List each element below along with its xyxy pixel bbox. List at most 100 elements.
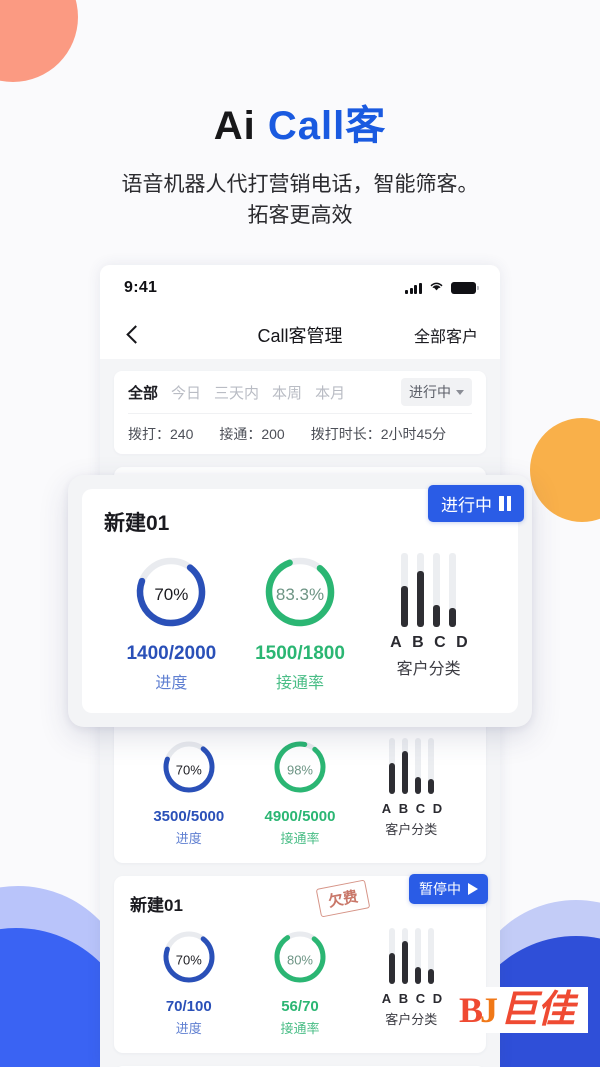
category-label-d: D bbox=[432, 991, 443, 1006]
status-bar: 9:41 bbox=[100, 265, 500, 311]
title-part-ai: Ai bbox=[213, 104, 268, 148]
connect-rate-ring: 80% bbox=[271, 928, 329, 991]
category-label-d: D bbox=[456, 634, 468, 651]
bar-b bbox=[401, 738, 408, 794]
connect-rate-percent: 98% bbox=[286, 762, 313, 777]
progress-percent: 70% bbox=[175, 762, 202, 777]
featured-card-overlay: 进行中 新建01 70% 1400/2000 进度 83.3% 1500/180… bbox=[68, 475, 532, 727]
stats-row: 拨打：240 接通：200 拨打时长：2小时45分 bbox=[128, 414, 472, 454]
metric-connect-rate: 98% 4900/5000 接通率 bbox=[245, 738, 355, 847]
category-axis-labels: A B C D bbox=[356, 801, 466, 816]
pause-icon bbox=[499, 496, 511, 511]
call-card[interactable]: 暂停中 欠费 新建01 70% 70/100 进度 80% 56/70 接通率 … bbox=[114, 874, 488, 1053]
status-badge[interactable]: 暂停中 bbox=[409, 874, 488, 904]
bar-a bbox=[401, 553, 409, 627]
customer-category-barchart bbox=[356, 738, 466, 794]
stat-duration: 拨打时长：2小时45分 bbox=[310, 426, 447, 442]
metric-customer-category: A B C D 客户分类 bbox=[365, 553, 492, 679]
progress-value: 70/100 bbox=[165, 998, 212, 1015]
progress-ring: 70% bbox=[160, 928, 218, 991]
progress-ring: 70% bbox=[132, 553, 210, 636]
bar-b bbox=[417, 553, 425, 627]
page-title: Ai Call客 bbox=[0, 104, 600, 149]
connect-rate-caption: 接通率 bbox=[275, 675, 324, 692]
watermark-mark: BJ bbox=[458, 990, 498, 1030]
connect-rate-ring: 98% bbox=[271, 738, 329, 801]
metric-progress: 70% 3500/5000 进度 bbox=[134, 738, 244, 847]
subtitle-line-1: 语音机器人代打营销电话，智能筛客。 bbox=[121, 172, 479, 196]
play-icon bbox=[468, 883, 478, 895]
metric-customer-category: A B C D 客户分类 bbox=[356, 928, 466, 1028]
card-metrics: 70% 70/100 进度 80% 56/70 接通率 A B C D 客户分类 bbox=[130, 928, 470, 1037]
bar-d bbox=[449, 553, 457, 627]
subtitle-line-2: 拓客更高效 bbox=[247, 204, 353, 228]
bar-c bbox=[414, 928, 421, 984]
status-filter-value: 进行中 bbox=[409, 384, 451, 400]
connect-rate-percent: 83.3% bbox=[275, 584, 325, 604]
status-badge-label: 暂停中 bbox=[419, 881, 461, 897]
category-label-a: A bbox=[381, 801, 392, 816]
progress-value: 3500/5000 bbox=[153, 808, 225, 825]
progress-value: 1400/2000 bbox=[126, 643, 217, 664]
customer-category-barchart bbox=[365, 553, 492, 627]
progress-caption: 进度 bbox=[175, 831, 202, 846]
category-axis-labels: A B C D bbox=[365, 634, 492, 652]
category-label-b: B bbox=[398, 991, 409, 1006]
filter-tab-three-days[interactable]: 三天内 bbox=[214, 382, 259, 403]
customer-category-barchart bbox=[356, 928, 466, 984]
category-label-a: A bbox=[381, 991, 392, 1006]
metric-progress: 70% 1400/2000 进度 bbox=[108, 553, 235, 693]
status-badge-label: 进行中 bbox=[441, 496, 492, 515]
bar-a bbox=[388, 928, 395, 984]
category-label-c: C bbox=[415, 991, 426, 1006]
connect-rate-value: 1500/1800 bbox=[255, 643, 345, 664]
category-axis-labels: A B C D bbox=[356, 991, 466, 1006]
category-label-d: D bbox=[432, 801, 443, 816]
metric-connect-rate: 83.3% 1500/1800 接通率 bbox=[237, 553, 364, 693]
bar-a bbox=[388, 738, 395, 794]
call-card-featured[interactable]: 进行中 新建01 70% 1400/2000 进度 83.3% 1500/180… bbox=[82, 485, 524, 713]
filter-tab-this-month[interactable]: 本月 bbox=[315, 382, 345, 403]
bar-d bbox=[427, 928, 434, 984]
stat-dialed: 拨打：240 bbox=[128, 426, 194, 442]
signal-bars-icon bbox=[404, 282, 422, 294]
stat-connected: 接通：200 bbox=[219, 426, 285, 442]
hero-subtitle: 语音机器人代打营销电话，智能筛客。 拓客更高效 bbox=[0, 169, 600, 232]
progress-ring: 70% bbox=[160, 738, 218, 801]
progress-caption: 进度 bbox=[175, 1021, 202, 1036]
metric-customer-category: A B C D 客户分类 bbox=[356, 738, 466, 838]
chevron-left-icon[interactable] bbox=[122, 324, 144, 346]
metric-progress: 70% 70/100 进度 bbox=[134, 928, 244, 1037]
bar-c bbox=[414, 738, 421, 794]
filter-tab-all[interactable]: 全部 bbox=[128, 382, 158, 403]
filter-tabs: 全部 今日 三天内 本周 本月 进行中 bbox=[128, 371, 472, 414]
chevron-down-icon bbox=[456, 389, 464, 395]
nav-bar: Call客管理 全部客户 bbox=[100, 311, 500, 359]
promo-screenshot: Ai Call客 语音机器人代打营销电话，智能筛客。 拓客更高效 9:41 Ca… bbox=[0, 0, 600, 1067]
category-label-b: B bbox=[412, 634, 424, 651]
title-part-call: Call客 bbox=[267, 104, 387, 148]
filter-tab-this-week[interactable]: 本周 bbox=[272, 382, 302, 403]
filter-tab-today[interactable]: 今日 bbox=[171, 382, 201, 403]
progress-caption: 进度 bbox=[155, 675, 188, 692]
category-label-b: B bbox=[398, 801, 409, 816]
connect-rate-percent: 80% bbox=[286, 952, 313, 967]
category-label-c: C bbox=[434, 634, 446, 651]
status-badge[interactable]: 进行中 bbox=[428, 485, 524, 522]
metric-connect-rate: 80% 56/70 接通率 bbox=[245, 928, 355, 1037]
connect-rate-value: 4900/5000 bbox=[264, 808, 336, 825]
battery-icon bbox=[451, 282, 479, 294]
nav-action-all-customers[interactable]: 全部客户 bbox=[414, 323, 478, 347]
status-filter-dropdown[interactable]: 进行中 bbox=[401, 378, 472, 406]
status-time: 9:41 bbox=[124, 279, 158, 296]
card-metrics: 70% 3500/5000 进度 98% 4900/5000 接通率 A B C… bbox=[130, 738, 470, 847]
bar-d bbox=[427, 738, 434, 794]
decor-circle-orange bbox=[530, 418, 600, 522]
connect-rate-caption: 接通率 bbox=[280, 831, 320, 846]
watermark-text: 巨佳 bbox=[499, 989, 575, 1031]
watermark-logo: BJ 巨佳 bbox=[450, 987, 588, 1033]
progress-percent: 70% bbox=[154, 584, 189, 604]
connect-rate-caption: 接通率 bbox=[280, 1021, 320, 1036]
category-caption: 客户分类 bbox=[385, 822, 438, 837]
category-label-c: C bbox=[415, 801, 426, 816]
